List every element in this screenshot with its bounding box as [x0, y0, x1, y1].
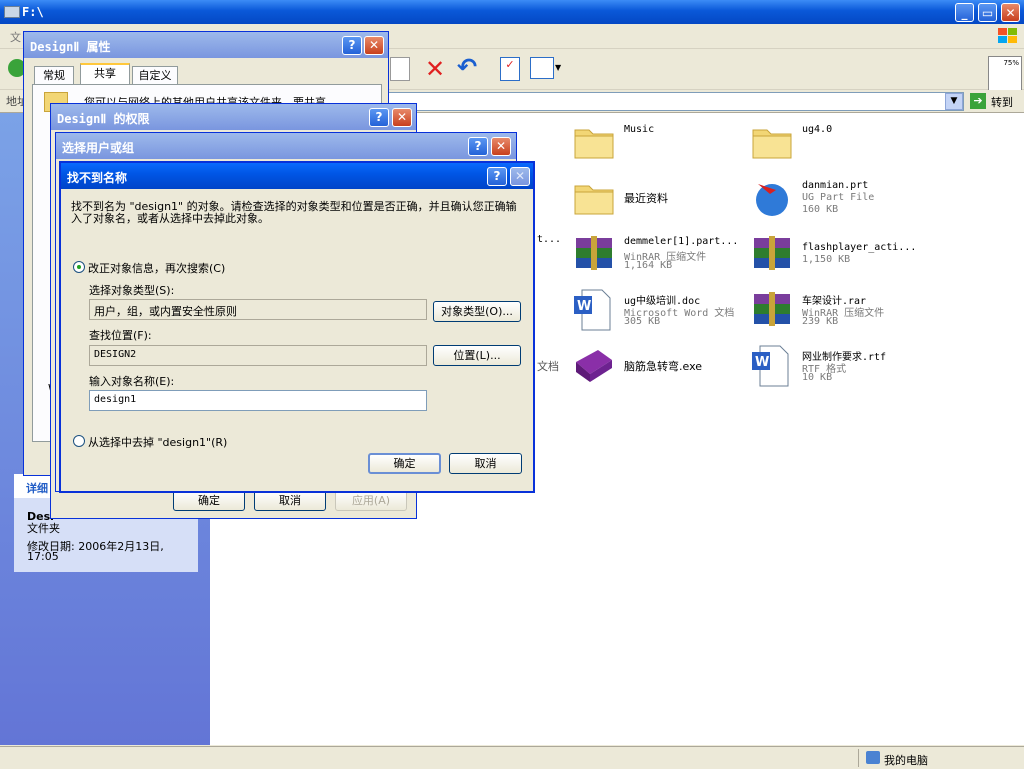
thumb-zoom-label: 75%	[1003, 59, 1019, 67]
file-size: 239 KB	[802, 316, 839, 327]
book-exe-icon	[576, 350, 612, 382]
cancel-button[interactable]: 取消	[254, 490, 326, 511]
word-doc-icon: W	[574, 289, 611, 331]
status-location: 我的电脑	[884, 754, 928, 767]
winrar-icon	[754, 292, 790, 326]
object-name-input[interactable]: design1	[89, 390, 427, 411]
dialog-title: 找不到名称	[67, 171, 128, 185]
file-name: demmeler[1].part...	[624, 236, 739, 247]
properties-title: DesignⅡ 属性	[30, 40, 111, 54]
help-button[interactable]: ?	[487, 167, 507, 186]
tab-custom[interactable]: 自定义	[132, 66, 178, 85]
cancel-button[interactable]: 取消	[449, 453, 522, 474]
file-size: 10 KB	[802, 372, 833, 383]
views-dropdown-icon[interactable]: ▼	[555, 63, 561, 72]
select-users-title: 选择用户或组	[62, 141, 135, 155]
details-header-label: 详细	[26, 482, 48, 495]
name-not-found-titlebar: 找不到名称 ? ✕	[61, 163, 533, 189]
tab-general[interactable]: 常规	[34, 66, 74, 85]
rtf-doc-icon: W	[752, 345, 789, 387]
remove-object-radio[interactable]	[73, 435, 85, 447]
permissions-titlebar: DesignⅡ 的权限 ? ✕	[51, 104, 416, 130]
close-button[interactable]: ✕	[392, 108, 412, 127]
file-size: 1,164 KB	[624, 260, 673, 271]
windows-logo-icon	[996, 26, 1020, 46]
file-name: Music	[624, 124, 655, 135]
partial-file-text: 文档	[537, 360, 559, 373]
winrar-icon	[754, 236, 790, 270]
remove-object-label[interactable]: 从选择中去掉 "design1"(R)	[88, 434, 227, 450]
status-bar: 我的电脑	[0, 746, 1024, 769]
go-arrow-icon[interactable]: ➔	[970, 93, 986, 109]
fix-object-label[interactable]: 改正对象信息，再次搜索(C)	[88, 260, 225, 276]
file-type: UG Part File	[802, 192, 875, 203]
tab-sharing[interactable]: 共享	[80, 63, 130, 86]
maximize-button[interactable]: ▭	[978, 3, 997, 22]
location-field: DESIGN2	[89, 345, 427, 366]
file-name: 脑筋急转弯.exe	[624, 360, 703, 373]
help-button[interactable]: ?	[369, 108, 389, 127]
file-name: danmian.prt	[802, 180, 869, 191]
drive-icon	[4, 6, 20, 18]
file-name: 最近资料	[624, 192, 668, 205]
computer-icon	[866, 751, 880, 764]
paste-icon[interactable]	[390, 57, 410, 81]
object-type-label: 选择对象类型(S):	[89, 284, 175, 297]
locations-button[interactable]: 位置(L)...	[433, 345, 521, 366]
file-name: ug4.0	[802, 124, 833, 135]
file-size: 160 KB	[802, 204, 839, 215]
minimize-button[interactable]: _	[955, 3, 974, 22]
file-size: 1,150 KB	[802, 254, 851, 265]
folder-icon	[574, 129, 614, 159]
help-button[interactable]: ?	[468, 137, 488, 156]
close-button[interactable]: ✕	[491, 137, 511, 156]
address-dropdown-icon[interactable]: ▼	[945, 93, 963, 110]
menu-file[interactable]: 文	[10, 29, 21, 45]
ok-button[interactable]: 确定	[368, 453, 441, 474]
undo-icon[interactable]: ↶	[457, 53, 477, 81]
error-message: 找不到名为 "design1" 的对象。请检查选择的对象类型和位置是否正确，并且…	[71, 200, 517, 225]
partial-file-text: t...	[537, 234, 562, 245]
file-size: 305 KB	[624, 316, 661, 327]
ug-part-icon	[756, 184, 788, 216]
properties-icon[interactable]: ✓	[500, 57, 520, 81]
name-not-found-dialog: 找不到名称 ? ✕ 找不到名为 "design1" 的对象。请检查选择的对象类型…	[59, 161, 535, 493]
location-label: 查找位置(F):	[89, 329, 152, 342]
apply-button[interactable]: 应用(A)	[335, 490, 407, 511]
object-name-label: 输入对象名称(E):	[89, 375, 175, 388]
permissions-title: DesignⅡ 的权限	[57, 112, 150, 126]
explorer-titlebar: F:\ _ ▭ ✕	[0, 0, 1024, 24]
svg-text:W: W	[755, 355, 769, 370]
winrar-icon	[576, 236, 612, 270]
window-title: F:\	[22, 5, 44, 19]
status-separator	[858, 749, 859, 767]
folder-icon	[574, 185, 614, 215]
properties-titlebar: DesignⅡ 属性 ? ✕	[24, 32, 388, 58]
close-button[interactable]: ✕	[364, 36, 384, 55]
svg-text:W: W	[577, 299, 591, 314]
views-icon[interactable]	[530, 57, 554, 79]
object-types-button[interactable]: 对象类型(O)...	[433, 301, 521, 322]
close-button[interactable]: ✕	[510, 167, 530, 186]
delete-icon[interactable]: ✕	[425, 55, 445, 83]
fix-object-radio[interactable]	[73, 261, 85, 273]
folder-icon	[752, 129, 792, 159]
help-button[interactable]: ?	[342, 36, 362, 55]
go-button[interactable]: 转到	[991, 94, 1013, 110]
object-type-field: 用户，组，或内置安全性原则	[89, 299, 427, 320]
close-button[interactable]: ✕	[1001, 3, 1020, 22]
ok-button[interactable]: 确定	[173, 490, 245, 511]
details-type: 文件夹	[27, 522, 60, 535]
file-name: flashplayer_acti...	[802, 242, 917, 253]
select-users-titlebar: 选择用户或组 ? ✕	[56, 133, 516, 159]
details-modified-time: 17:05	[27, 550, 59, 563]
